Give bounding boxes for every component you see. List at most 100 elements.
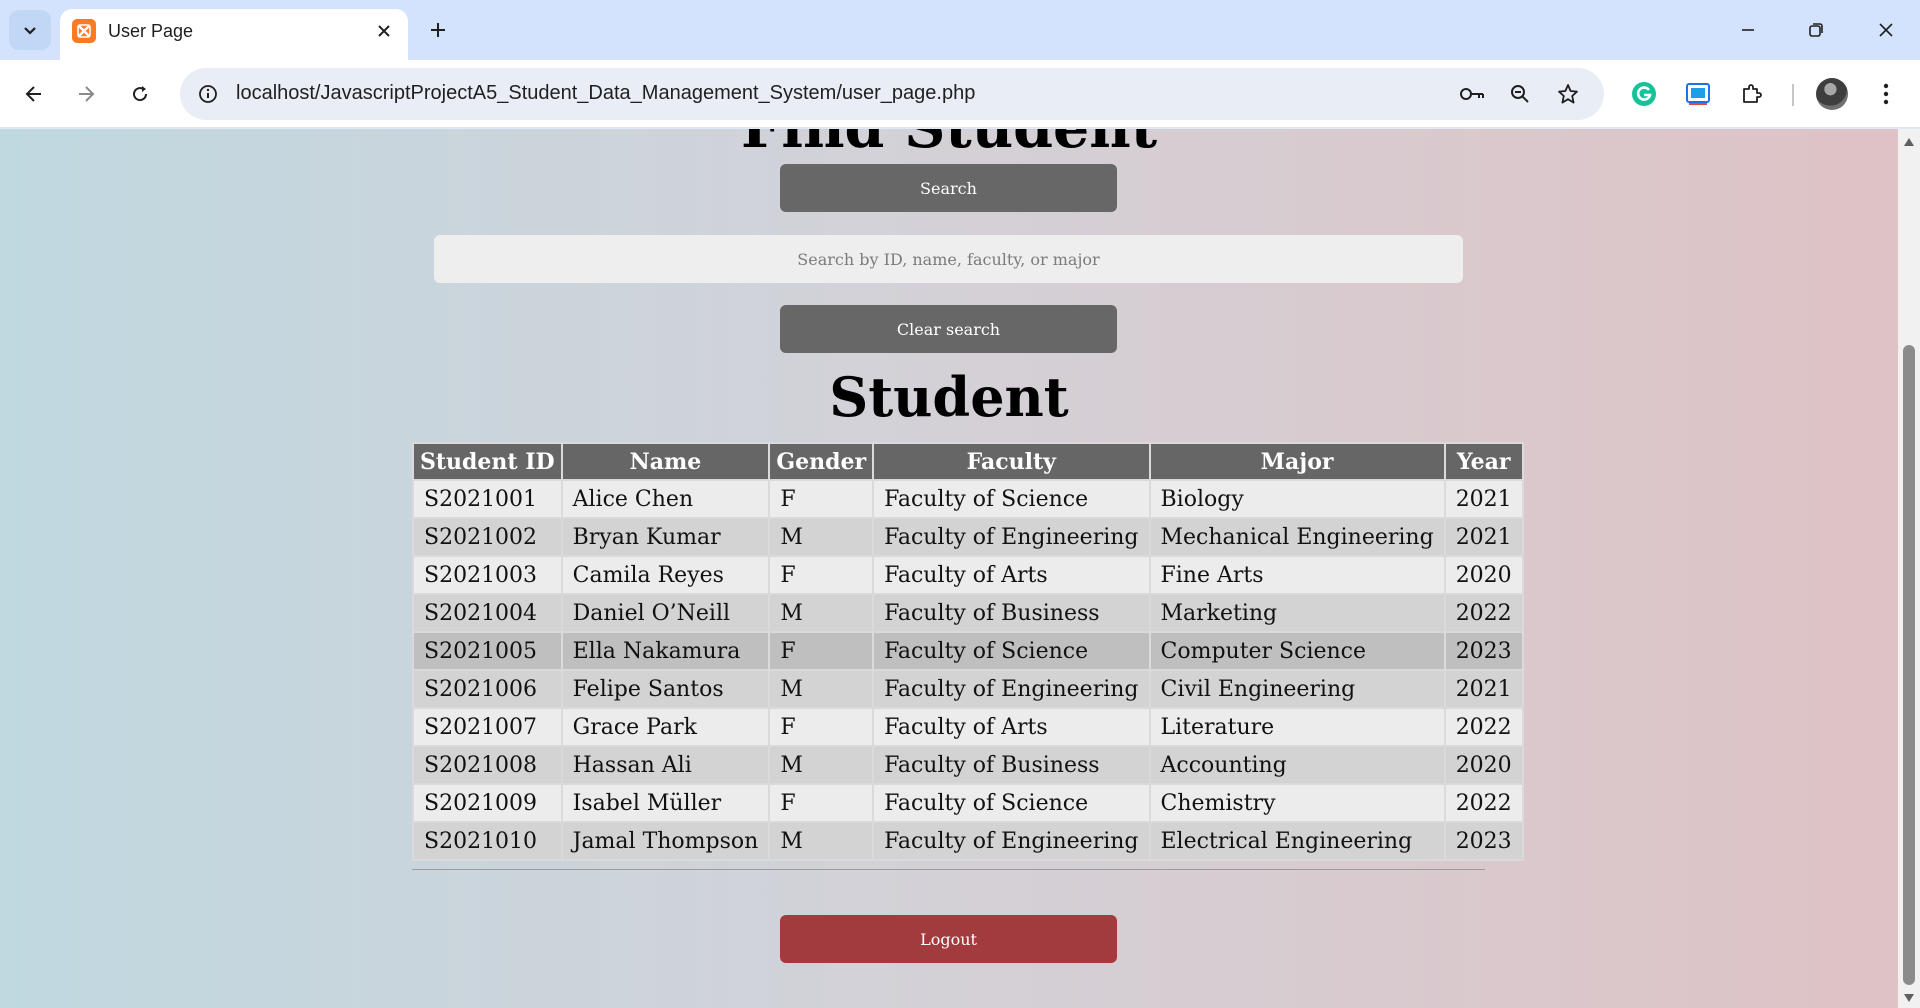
cell-year: 2021 xyxy=(1443,669,1524,709)
table-row: S2021004 Daniel O’Neill M Faculty of Bus… xyxy=(412,593,1524,633)
cell-student-id: S2021007 xyxy=(412,707,563,747)
cell-year: 2021 xyxy=(1443,517,1524,557)
avatar[interactable] xyxy=(1816,78,1848,110)
student-table: Student ID Name Gender Faculty Major Yea… xyxy=(412,442,1524,861)
cell-name: Isabel Müller xyxy=(560,783,771,823)
cell-year: 2022 xyxy=(1443,707,1524,747)
cell-faculty: Faculty of Arts xyxy=(872,707,1151,747)
star-icon[interactable] xyxy=(1552,78,1584,110)
cell-name: Felipe Santos xyxy=(560,669,771,709)
cell-student-id: S2021008 xyxy=(412,745,563,785)
reload-icon[interactable] xyxy=(120,74,160,114)
cell-name: Bryan Kumar xyxy=(560,517,771,557)
column-header-major: Major xyxy=(1148,442,1446,481)
table-row: S2021003 Camila Reyes F Faculty of Arts … xyxy=(412,555,1524,595)
scroll-up-arrow-icon[interactable] xyxy=(1902,135,1916,149)
cell-faculty: Faculty of Engineering xyxy=(872,669,1151,709)
cell-major: Electrical Engineering xyxy=(1148,821,1446,861)
cell-student-id: S2021010 xyxy=(412,821,563,861)
column-header-name: Name xyxy=(560,442,771,481)
table-row: S2021006 Felipe Santos M Faculty of Engi… xyxy=(412,669,1524,709)
cell-year: 2020 xyxy=(1443,555,1524,595)
scroll-down-arrow-icon[interactable] xyxy=(1902,991,1916,1005)
puzzle-icon[interactable] xyxy=(1734,76,1770,112)
search-input[interactable] xyxy=(434,235,1463,283)
find-student-heading: Find Student xyxy=(0,129,1898,164)
forward-icon[interactable] xyxy=(66,74,106,114)
page-viewport: Find Student Search Clear search Student… xyxy=(0,129,1898,1008)
table-row: S2021010 Jamal Thompson M Faculty of Eng… xyxy=(412,821,1524,861)
cell-major: Mechanical Engineering xyxy=(1148,517,1446,557)
cell-student-id: S2021003 xyxy=(412,555,563,595)
cell-name: Ella Nakamura xyxy=(560,631,771,671)
cell-year: 2023 xyxy=(1443,821,1524,861)
cell-major: Literature xyxy=(1148,707,1446,747)
cell-gender: M xyxy=(768,821,875,861)
cell-name: Jamal Thompson xyxy=(560,821,771,861)
cell-student-id: S2021001 xyxy=(412,479,563,519)
column-header-faculty: Faculty xyxy=(872,442,1151,481)
grammarly-icon[interactable] xyxy=(1626,76,1662,112)
cell-gender: F xyxy=(768,783,875,823)
tab-search-icon[interactable] xyxy=(9,10,51,50)
table-header-row: Student ID Name Gender Faculty Major Yea… xyxy=(412,442,1524,481)
table-row: S2021008 Hassan Ali M Faculty of Busines… xyxy=(412,745,1524,785)
key-icon[interactable] xyxy=(1456,78,1488,110)
table-divider xyxy=(412,869,1485,870)
table-row: S2021007 Grace Park F Faculty of Arts Li… xyxy=(412,707,1524,747)
scrollbar-thumb[interactable] xyxy=(1903,345,1915,985)
cell-faculty: Faculty of Science xyxy=(872,631,1151,671)
search-button[interactable]: Search xyxy=(780,164,1117,212)
student-heading: Student xyxy=(829,365,1069,429)
cell-major: Civil Engineering xyxy=(1148,669,1446,709)
back-icon[interactable] xyxy=(14,74,54,114)
browser-toolbar: localhost/JavascriptProjectA5_Student_Da… xyxy=(0,60,1920,128)
close-window-icon[interactable] xyxy=(1852,0,1920,60)
cell-gender: M xyxy=(768,593,875,633)
cell-faculty: Faculty of Arts xyxy=(872,555,1151,595)
table-row: S2021005 Ella Nakamura F Faculty of Scie… xyxy=(412,631,1524,671)
cell-year: 2021 xyxy=(1443,479,1524,519)
cell-faculty: Faculty of Science xyxy=(872,479,1151,519)
cell-faculty: Faculty of Science xyxy=(872,783,1151,823)
clear-search-button[interactable]: Clear search xyxy=(780,305,1117,353)
logout-button[interactable]: Logout xyxy=(780,915,1117,963)
cell-year: 2023 xyxy=(1443,631,1524,671)
cell-major: Chemistry xyxy=(1148,783,1446,823)
cell-major: Marketing xyxy=(1148,593,1446,633)
column-header-year: Year xyxy=(1443,442,1524,481)
site-info-icon[interactable] xyxy=(192,78,224,110)
plus-icon[interactable] xyxy=(422,14,454,46)
cell-gender: M xyxy=(768,517,875,557)
cell-faculty: Faculty of Engineering xyxy=(872,517,1151,557)
cell-gender: F xyxy=(768,479,875,519)
cell-gender: F xyxy=(768,631,875,671)
zoom-icon[interactable] xyxy=(1504,78,1536,110)
cell-student-id: S2021005 xyxy=(412,631,563,671)
url-text: localhost/JavascriptProjectA5_Student_Da… xyxy=(236,82,976,104)
cell-gender: M xyxy=(768,745,875,785)
cell-student-id: S2021004 xyxy=(412,593,563,633)
restore-icon[interactable] xyxy=(1782,0,1850,60)
cell-year: 2020 xyxy=(1443,745,1524,785)
cell-student-id: S2021006 xyxy=(412,669,563,709)
cell-faculty: Faculty of Business xyxy=(872,745,1151,785)
toolbar-divider xyxy=(1792,84,1794,106)
cell-name: Camila Reyes xyxy=(560,555,771,595)
cell-gender: M xyxy=(768,669,875,709)
cell-name: Hassan Ali xyxy=(560,745,771,785)
minimize-icon[interactable] xyxy=(1714,0,1782,60)
cell-year: 2022 xyxy=(1443,593,1524,633)
cell-year: 2022 xyxy=(1443,783,1524,823)
cell-name: Grace Park xyxy=(560,707,771,747)
kebab-menu-icon[interactable] xyxy=(1868,76,1904,112)
cell-major: Computer Science xyxy=(1148,631,1446,671)
cell-major: Fine Arts xyxy=(1148,555,1446,595)
address-bar[interactable]: localhost/JavascriptProjectA5_Student_Da… xyxy=(180,68,1604,120)
cell-gender: F xyxy=(768,555,875,595)
browser-tab-active[interactable]: User Page xyxy=(60,9,408,60)
close-icon[interactable] xyxy=(370,17,398,45)
page-scrollbar[interactable] xyxy=(1898,129,1920,1008)
screen-capture-icon[interactable] xyxy=(1680,76,1716,112)
column-header-student-id: Student ID xyxy=(412,442,563,481)
